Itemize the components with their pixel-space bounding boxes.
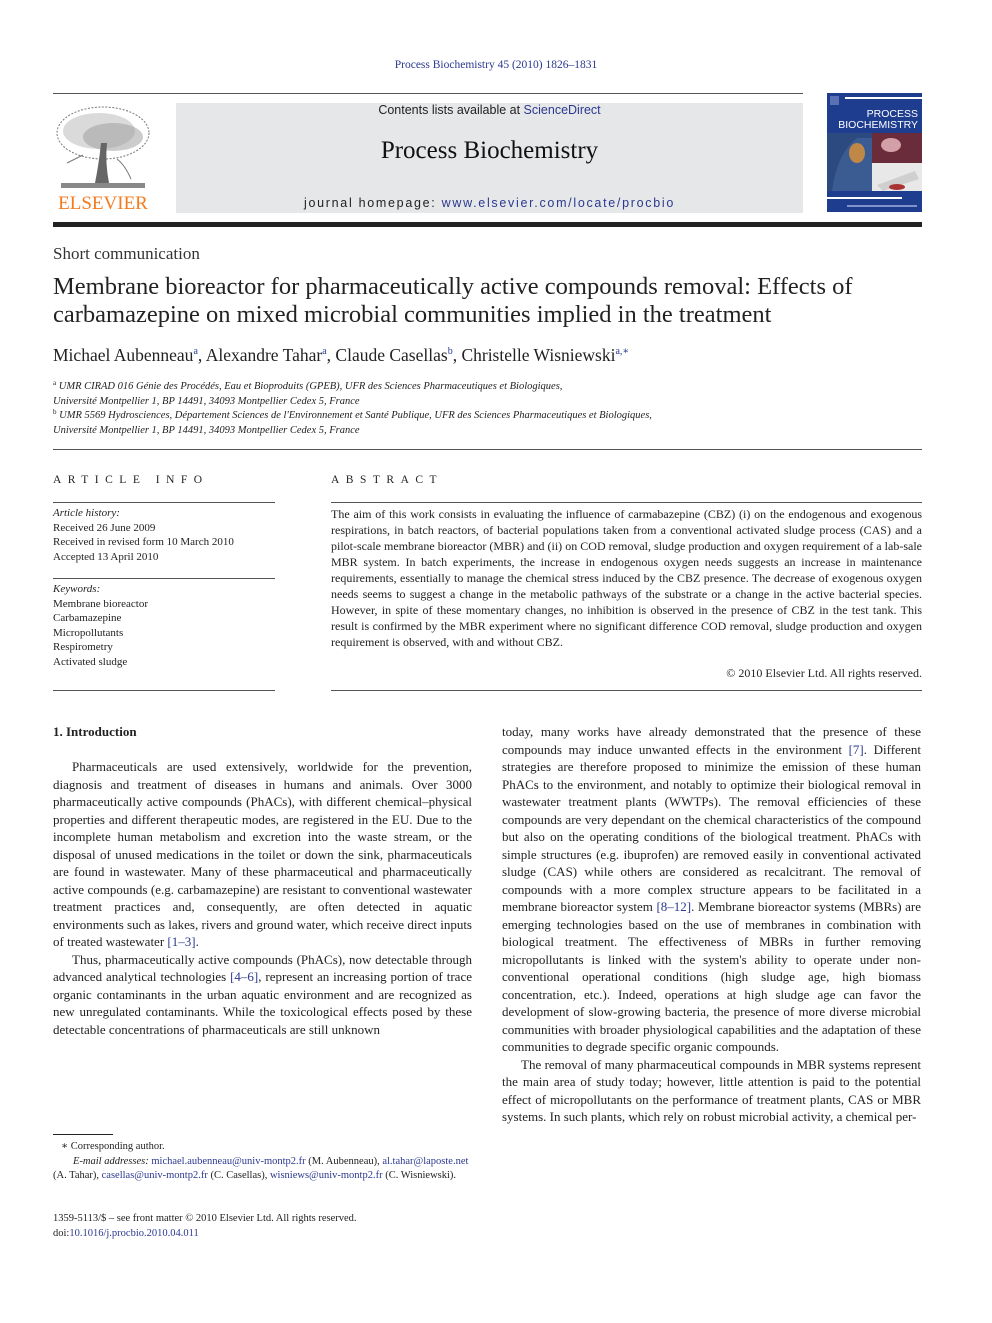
email-link[interactable]: al.tahar@laposte.net: [382, 1156, 468, 1167]
affiliation-marker[interactable]: a: [322, 346, 326, 357]
keyword: Membrane bioreactor: [53, 597, 148, 610]
keyword: Carbamazepine: [53, 612, 122, 624]
homepage-prefix: journal homepage:: [304, 196, 442, 210]
abstract-text: The aim of this work consists in evaluat…: [331, 507, 922, 649]
header-rule: [53, 93, 803, 94]
divider: [53, 578, 275, 579]
elsevier-logo[interactable]: ELSEVIER: [53, 103, 153, 214]
sciencedirect-link[interactable]: ScienceDirect: [524, 103, 601, 117]
email-link[interactable]: wisniews@univ-montp2.fr: [270, 1170, 383, 1181]
divider: [53, 690, 275, 691]
paragraph: today, many works have already demonstra…: [502, 724, 922, 1054]
abstract-heading: ABSTRACT: [331, 474, 444, 486]
history-item: Accepted 13 April 2010: [53, 550, 159, 563]
abstract-copyright: © 2010 Elsevier Ltd. All rights reserved…: [726, 666, 922, 680]
author[interactable]: Alexandre Tahara: [206, 345, 327, 365]
footnote-rule: [53, 1134, 113, 1135]
divider: [53, 449, 922, 450]
doi-link[interactable]: 10.1016/j.procbio.2010.04.011: [69, 1228, 198, 1239]
right-column: today, many works have already demonstra…: [502, 723, 921, 1126]
author[interactable]: Michael Aubenneaua: [53, 345, 198, 365]
paragraph: Pharmaceuticals are used extensively, wo…: [53, 759, 472, 949]
author[interactable]: Claude Casellasb: [335, 345, 452, 365]
corresponding-author-note: ∗ Corresponding author.: [61, 1141, 165, 1152]
history-item: Received in revised form 10 March 2010: [53, 536, 234, 548]
homepage-link[interactable]: www.elsevier.com/locate/procbio: [442, 196, 675, 210]
email-addresses: E-mail addresses: michael.aubenneau@univ…: [53, 1155, 469, 1182]
journal-banner: Contents lists available at ScienceDirec…: [176, 103, 803, 213]
history-label: Article history:: [53, 507, 120, 519]
reference-link[interactable]: [7]: [849, 742, 864, 757]
divider: [331, 502, 922, 503]
reference-link[interactable]: [1–3]: [167, 934, 195, 949]
paragraph: Thus, pharmaceutically active compounds …: [53, 951, 472, 1037]
reference-link[interactable]: [8–12]: [656, 899, 691, 914]
email-link[interactable]: michael.aubenneau@univ-montp2.fr: [151, 1156, 305, 1167]
contents-line: Contents lists available at ScienceDirec…: [176, 103, 803, 117]
author[interactable]: Christelle Wisniewskia,∗: [461, 345, 629, 365]
journal-title: Process Biochemistry: [380, 137, 599, 164]
keyword: Respirometry: [53, 641, 113, 653]
keywords-label: Keywords:: [53, 583, 101, 595]
doi-line: doi:10.1016/j.procbio.2010.04.011: [53, 1228, 199, 1239]
front-matter: 1359-5113/$ – see front matter © 2010 El…: [53, 1211, 473, 1241]
article-type: Short communication: [53, 244, 200, 263]
affiliation-b: b UMR 5569 Hydrosciences, Département Sc…: [53, 408, 652, 436]
journal-cover-image: PROCESS BIOCHEMISTRY: [827, 93, 922, 212]
affiliation-marker[interactable]: b: [448, 346, 453, 357]
section-heading: 1. Introduction: [53, 724, 137, 739]
header-thick-rule: [53, 222, 922, 227]
article-info-heading: ARTICLE INFO: [53, 474, 209, 486]
divider: [331, 690, 922, 691]
left-column: Pharmaceuticals are used extensively, wo…: [53, 758, 472, 1038]
elsevier-tree-icon: ELSEVIER: [56, 106, 150, 214]
author-list: Michael Aubenneaua, Alexandre Tahara, Cl…: [53, 345, 630, 365]
cover-title-2: BIOCHEMISTRY: [838, 119, 918, 131]
history-item: Received 26 June 2009: [53, 521, 156, 534]
article-title: Membrane bioreactor for pharmaceutically…: [53, 273, 853, 328]
reference-link[interactable]: [4–6]: [230, 969, 258, 984]
elsevier-wordmark: ELSEVIER: [58, 193, 148, 213]
contents-prefix: Contents lists available at: [378, 103, 524, 117]
journal-citation[interactable]: Process Biochemistry 45 (2010) 1826–1831: [0, 59, 992, 71]
email-link[interactable]: casellas@univ-montp2.fr: [102, 1170, 208, 1181]
affiliation-marker[interactable]: a: [193, 346, 197, 357]
article-history: Article history: Received 26 June 2009 R…: [53, 506, 275, 564]
keyword: Micropollutants: [53, 626, 124, 639]
affiliation-marker[interactable]: a,∗: [615, 346, 629, 357]
issn-line: 1359-5113/$ – see front matter © 2010 El…: [53, 1213, 357, 1224]
footnotes: ∗ Corresponding author. E-mail addresses…: [53, 1140, 473, 1184]
journal-cover[interactable]: PROCESS BIOCHEMISTRY: [827, 93, 922, 212]
keyword: Activated sludge: [53, 655, 128, 668]
keywords: Keywords: Membrane bioreactor Carbamazep…: [53, 582, 275, 669]
homepage-line: journal homepage: www.elsevier.com/locat…: [176, 196, 803, 210]
divider: [53, 502, 275, 503]
paragraph: The removal of many pharmaceutical compo…: [502, 1056, 921, 1125]
